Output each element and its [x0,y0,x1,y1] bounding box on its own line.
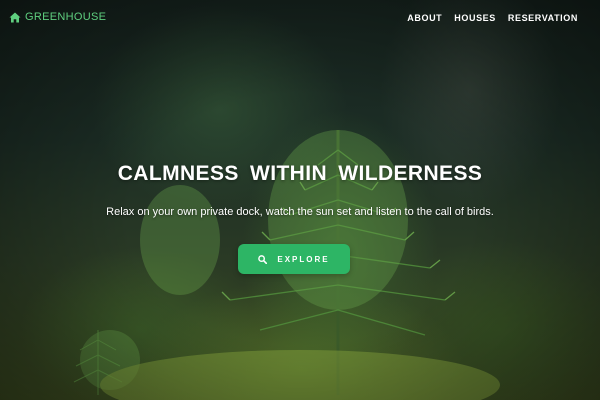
hero-section: GREENHOUSE ABOUT HOUSES RESERVATION CALM… [0,0,600,400]
brand-name: GREENHOUSE [25,11,107,23]
hero-title: CALMNESS WITHIN WILDERNESS [117,162,483,185]
vignette-overlay [0,0,600,400]
hero-subtitle: Relax on your own private dock, watch th… [106,206,494,218]
navbar: GREENHOUSE ABOUT HOUSES RESERVATION [0,0,600,36]
brand-logo[interactable]: GREENHOUSE [9,11,106,23]
explore-button[interactable]: EXPLORE [238,244,350,274]
search-icon [258,254,268,264]
nav-link-reservation[interactable]: RESERVATION [508,13,578,23]
main-nav: ABOUT HOUSES RESERVATION [407,13,578,23]
explore-button-label: EXPLORE [277,254,330,264]
home-icon [9,12,21,22]
nav-link-about[interactable]: ABOUT [407,13,442,23]
nav-link-houses[interactable]: HOUSES [454,13,496,23]
